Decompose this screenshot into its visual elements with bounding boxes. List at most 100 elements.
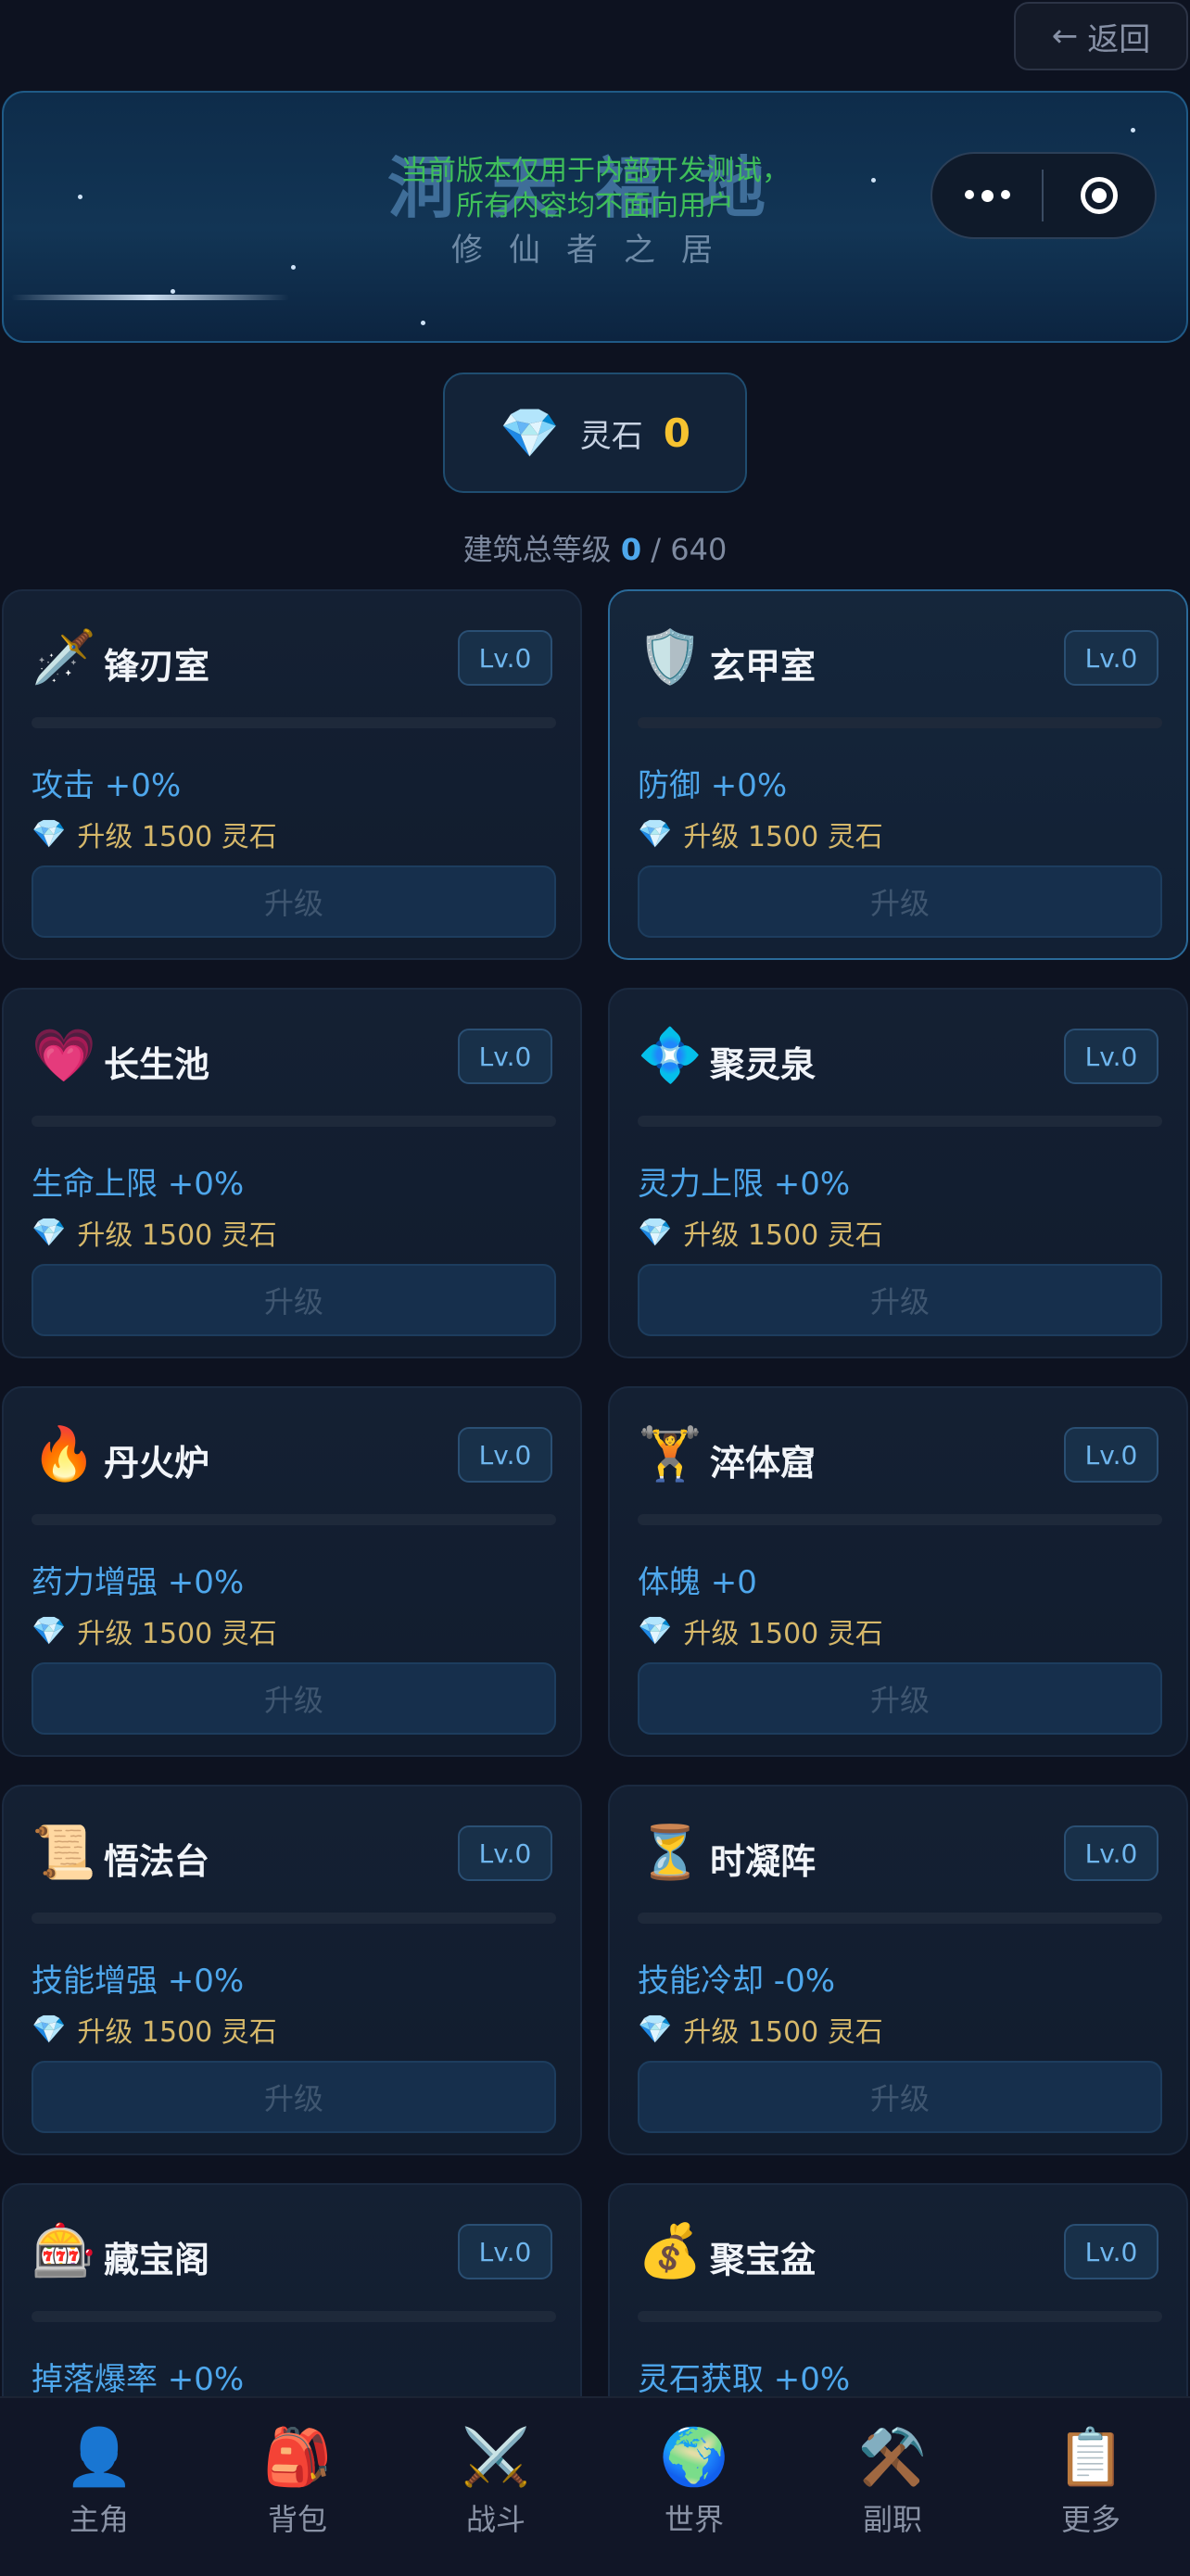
currency-amount: 0 [663,410,690,456]
building-name: 丹火炉 [104,1443,210,1484]
building-icon: 🗡️ [32,627,96,688]
tab-inventory[interactable]: 🎒 背包 [198,2398,397,2576]
level-badge: Lv.0 [1064,1427,1158,1483]
building-icon: 💗 [32,1026,96,1086]
hammer-pick-icon: ⚒️ [857,2425,928,2490]
building-effect: 技能增强 +0% [32,1963,245,2000]
tab-profession[interactable]: ⚒️ 副职 [793,2398,992,2576]
miniprogram-capsule [930,152,1157,239]
tab-label: 主角 [69,2502,129,2537]
more-dot-icon [1000,189,1010,199]
building-effect: 生命上限 +0% [32,1166,245,1203]
star-decoration [171,289,175,294]
tab-label: 世界 [664,2502,724,2537]
building-name: 玄甲室 [710,646,817,687]
building-card-body-tempering-cave[interactable]: 🏋️ 淬体窟 Lv.0 体魄 +0 💎 升级 1500 灵石升级 [608,1386,1188,1757]
upgrade-cost: 💎 升级 1500 灵石 [32,2009,277,2050]
level-badge: Lv.0 [458,630,552,686]
tab-label: 更多 [1060,2502,1120,2537]
upgrade-button[interactable]: 升级 [638,1264,1162,1336]
diamond-icon: 💎 [500,405,560,461]
building-card-armor-room[interactable]: 🛡️ 玄甲室 Lv.0 防御 +0% 💎 升级 1500 灵石 升级 [608,589,1188,960]
building-name: 淬体窟 [710,1443,817,1484]
upgrade-button[interactable]: 升级 [638,2061,1162,2133]
upgrade-button[interactable]: 升级 [32,1662,556,1735]
building-icon: 🔥 [32,1424,96,1484]
diamond-icon: 💎 [32,1216,67,1249]
tab-character[interactable]: 👤 主角 [0,2398,198,2576]
star-decoration [1131,128,1135,133]
building-effect: 掉落爆率 +0% [32,2361,245,2398]
level-badge: Lv.0 [458,1029,552,1084]
tab-world[interactable]: 🌍 世界 [595,2398,793,2576]
building-card-longevity-pool[interactable]: 💗 长生池 Lv.0 生命上限 +0% 💎 升级 1500 灵石升级 [2,988,582,1358]
upgrade-button[interactable]: 升级 [638,865,1162,938]
building-effect: 药力增强 +0% [32,1564,245,1601]
total-level-current: 0 [620,532,642,567]
building-card-dharma-platform[interactable]: 📜 悟法台 Lv.0 技能增强 +0% 💎 升级 1500 灵石 升级 [2,1785,582,2155]
building-icon: 🏋️ [638,1424,703,1484]
currency-label: 灵石 [579,417,643,455]
person-icon: 👤 [64,2425,134,2490]
upgrade-button[interactable]: 升级 [32,865,556,938]
close-miniprogram-button[interactable] [1044,177,1155,214]
building-card-blade-room[interactable]: 🗡️ 锋刃室 Lv.0 攻击 +0% 💎 升级 1500 灵石 升级 [2,589,582,960]
more-dot-icon [981,189,994,202]
light-streak [11,295,289,300]
building-card-spirit-spring[interactable]: 💠 聚灵泉 Lv.0 灵力上限 +0% 💎 升级 1500 灵石 升级 [608,988,1188,1358]
upgrade-cost-text: 升级 1500 灵石 [77,2016,277,2049]
upgrade-cost: 💎 升级 1500 灵石 [32,1610,277,1651]
back-label: 返回 [1087,20,1151,58]
level-badge: Lv.0 [458,1427,552,1483]
building-effect: 体魄 +0 [638,1564,757,1601]
level-progress-bar [638,1514,1162,1525]
upgrade-cost-text: 升级 1500 灵石 [683,821,883,853]
diamond-icon: 💎 [32,2013,67,2046]
upgrade-cost: 💎 升级 1500 灵石 [32,1212,277,1253]
upgrade-cost-text: 升级 1500 灵石 [77,1618,277,1650]
level-progress-bar [32,1116,556,1127]
back-button[interactable]: ← 返回 [1014,2,1188,70]
diamond-icon: 💎 [32,817,67,851]
level-progress-bar [638,2311,1162,2322]
building-icon: 💠 [638,1026,703,1086]
bottom-tab-bar: 👤 主角 🎒 背包 ⚔️ 战斗 🌍 世界 ⚒️ 副职 📋 更多 [0,2396,1190,2576]
tab-more[interactable]: 📋 更多 [992,2398,1190,2576]
diamond-icon: 💎 [32,1614,67,1648]
star-decoration [421,321,425,325]
diamond-icon: 💎 [638,2013,673,2046]
diamond-icon: 💎 [638,817,673,851]
clipboard-icon: 📋 [1056,2425,1126,2490]
building-icon: 📜 [32,1823,96,1883]
upgrade-button[interactable]: 升级 [32,2061,556,2133]
upgrade-button[interactable]: 升级 [32,1264,556,1336]
more-options-button[interactable] [932,189,1042,202]
building-card-alchemy-furnace[interactable]: 🔥 丹火炉 Lv.0 药力增强 +0% 💎 升级 1500 灵石升级 [2,1386,582,1757]
upgrade-cost: 💎 升级 1500 灵石 [638,814,883,854]
upgrade-button[interactable]: 升级 [638,1662,1162,1735]
building-name: 聚宝盆 [710,2240,817,2280]
upgrade-cost-text: 升级 1500 灵石 [683,1618,883,1650]
building-effect: 灵石获取 +0% [638,2361,851,2398]
upgrade-cost: 💎 升级 1500 灵石 [638,1610,883,1651]
upgrade-cost: 💎 升级 1500 灵石 [638,1212,883,1253]
tab-label: 战斗 [465,2502,525,2537]
diamond-icon: 💎 [638,1614,673,1648]
building-name: 长生池 [104,1044,210,1085]
level-progress-bar [32,1913,556,1924]
level-progress-bar [638,717,1162,728]
building-name: 藏宝阁 [104,2240,210,2280]
crossed-swords-icon: ⚔️ [461,2425,531,2490]
building-name: 锋刃室 [104,646,210,687]
building-card-time-freeze-array[interactable]: ⏳ 时凝阵 Lv.0 技能冷却 -0% 💎 升级 1500 灵石 升级 [608,1785,1188,2155]
tab-battle[interactable]: ⚔️ 战斗 [397,2398,595,2576]
upgrade-cost-text: 升级 1500 灵石 [683,2016,883,2049]
level-progress-bar [638,1913,1162,1924]
more-dot-icon [964,189,974,199]
upgrade-cost: 💎 升级 1500 灵石 [32,814,277,854]
upgrade-cost-text: 升级 1500 灵石 [77,1219,277,1252]
building-name: 聚灵泉 [710,1044,817,1085]
building-effect: 防御 +0% [638,767,788,804]
diamond-icon: 💎 [638,1216,673,1249]
upgrade-cost-text: 升级 1500 灵石 [683,1219,883,1252]
